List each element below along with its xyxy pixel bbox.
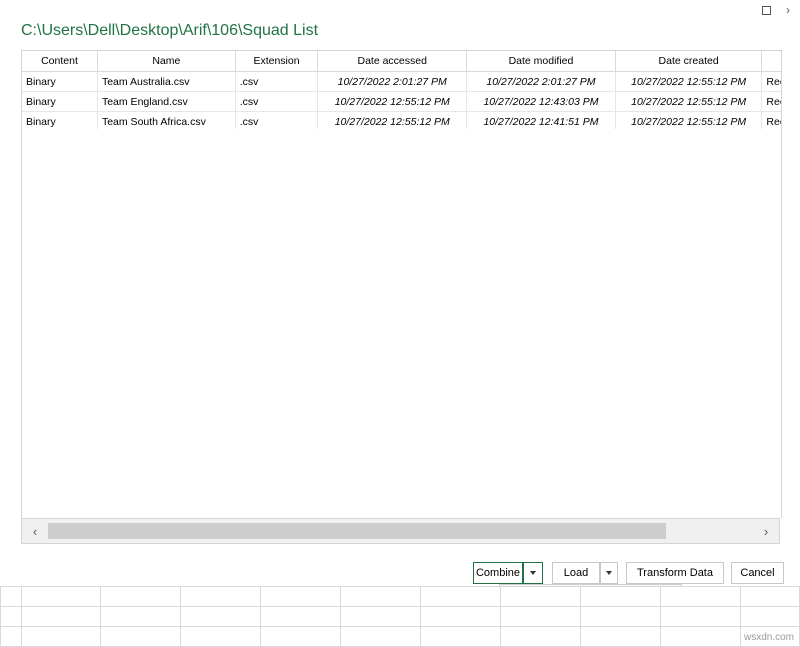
cell-name: Team England.csv	[97, 92, 235, 112]
chevron-right-icon: ›	[786, 4, 790, 16]
cell-extension: .csv	[235, 92, 318, 112]
cell-date-created: 10/27/2022 12:55:12 PM	[615, 72, 762, 92]
column-header-date-accessed[interactable]: Date accessed	[318, 51, 467, 72]
table-row[interactable]: Binary Team England.csv .csv 10/27/2022 …	[22, 92, 782, 112]
cell-date-accessed: 10/27/2022 12:55:12 PM	[318, 92, 467, 112]
cell-name: Team South Africa.csv	[97, 112, 235, 131]
combine-button[interactable]: Combine	[473, 562, 523, 584]
cell-date-accessed: 10/27/2022 12:55:12 PM	[318, 112, 467, 131]
sheet-gridline	[580, 586, 581, 647]
cancel-button[interactable]: Cancel	[731, 562, 784, 584]
load-button[interactable]: Load	[552, 562, 600, 584]
column-header-content[interactable]: Content	[22, 51, 97, 72]
column-header-name[interactable]: Name	[97, 51, 235, 72]
cell-attributes: Record	[762, 72, 782, 92]
cell-extension: .csv	[235, 112, 318, 131]
file-preview-table: Content Name Extension Date accessed Dat…	[21, 50, 782, 130]
scroll-right-arrow-icon[interactable]: ›	[753, 519, 779, 543]
sheet-gridline	[500, 586, 501, 647]
load-dropdown-button[interactable]	[600, 562, 618, 584]
chevron-down-icon	[530, 571, 536, 575]
cell-date-modified: 10/27/2022 12:43:03 PM	[467, 92, 616, 112]
cell-date-created: 10/27/2022 12:55:12 PM	[615, 92, 762, 112]
expand-button[interactable]: ›	[777, 0, 799, 20]
sheet-gridline	[0, 626, 800, 627]
table-row[interactable]: Binary Team South Africa.csv .csv 10/27/…	[22, 112, 782, 131]
cell-attributes: Record	[762, 112, 782, 131]
sheet-gridline	[180, 586, 181, 647]
sheet-gridline	[0, 586, 1, 647]
cell-date-accessed: 10/27/2022 2:01:27 PM	[318, 72, 467, 92]
cell-date-modified: 10/27/2022 12:41:51 PM	[467, 112, 616, 131]
horizontal-scrollbar[interactable]: ‹ ›	[21, 518, 780, 544]
restore-window-icon	[762, 6, 771, 15]
preview-empty-area	[21, 129, 782, 518]
sheet-gridline	[0, 586, 800, 587]
cell-date-created: 10/27/2022 12:55:12 PM	[615, 112, 762, 131]
sheet-gridline	[260, 586, 261, 647]
combine-dropdown-button[interactable]	[523, 562, 543, 584]
sheet-gridline	[340, 586, 341, 647]
column-header-date-modified[interactable]: Date modified	[467, 51, 616, 72]
transform-data-button[interactable]: Transform Data	[626, 562, 724, 584]
column-header-date-created[interactable]: Date created	[615, 51, 762, 72]
cell-attributes: Record	[762, 92, 782, 112]
restore-window-button[interactable]	[755, 0, 777, 20]
spreadsheet-background	[0, 586, 800, 647]
sheet-gridline	[100, 586, 101, 647]
dialog-buttons: Combine Load Transform Data Cancel	[473, 562, 783, 584]
cell-date-modified: 10/27/2022 2:01:27 PM	[467, 72, 616, 92]
table-header-row: Content Name Extension Date accessed Dat…	[22, 51, 782, 72]
table-row[interactable]: Binary Team Australia.csv .csv 10/27/202…	[22, 72, 782, 92]
cell-extension: .csv	[235, 72, 318, 92]
scroll-left-arrow-icon[interactable]: ‹	[22, 519, 48, 543]
page-title: C:\Users\Dell\Desktop\Arif\106\Squad Lis…	[21, 22, 318, 40]
window-controls: ›	[755, 0, 800, 20]
cell-name: Team Australia.csv	[97, 72, 235, 92]
watermark-text: wsxdn.com	[744, 632, 794, 643]
column-header-extension[interactable]: Extension	[235, 51, 318, 72]
scrollbar-track[interactable]	[48, 519, 753, 543]
sheet-gridline	[420, 586, 421, 647]
column-header-attributes[interactable]: Attributes	[762, 51, 782, 72]
cell-content: Binary	[22, 112, 97, 131]
sheet-gridline	[660, 586, 661, 647]
chevron-down-icon	[606, 571, 612, 575]
scrollbar-thumb[interactable]	[48, 523, 666, 539]
sheet-gridline	[21, 586, 22, 647]
cell-content: Binary	[22, 72, 97, 92]
sheet-gridline	[0, 606, 800, 607]
cell-content: Binary	[22, 92, 97, 112]
sheet-gridline	[740, 586, 741, 647]
